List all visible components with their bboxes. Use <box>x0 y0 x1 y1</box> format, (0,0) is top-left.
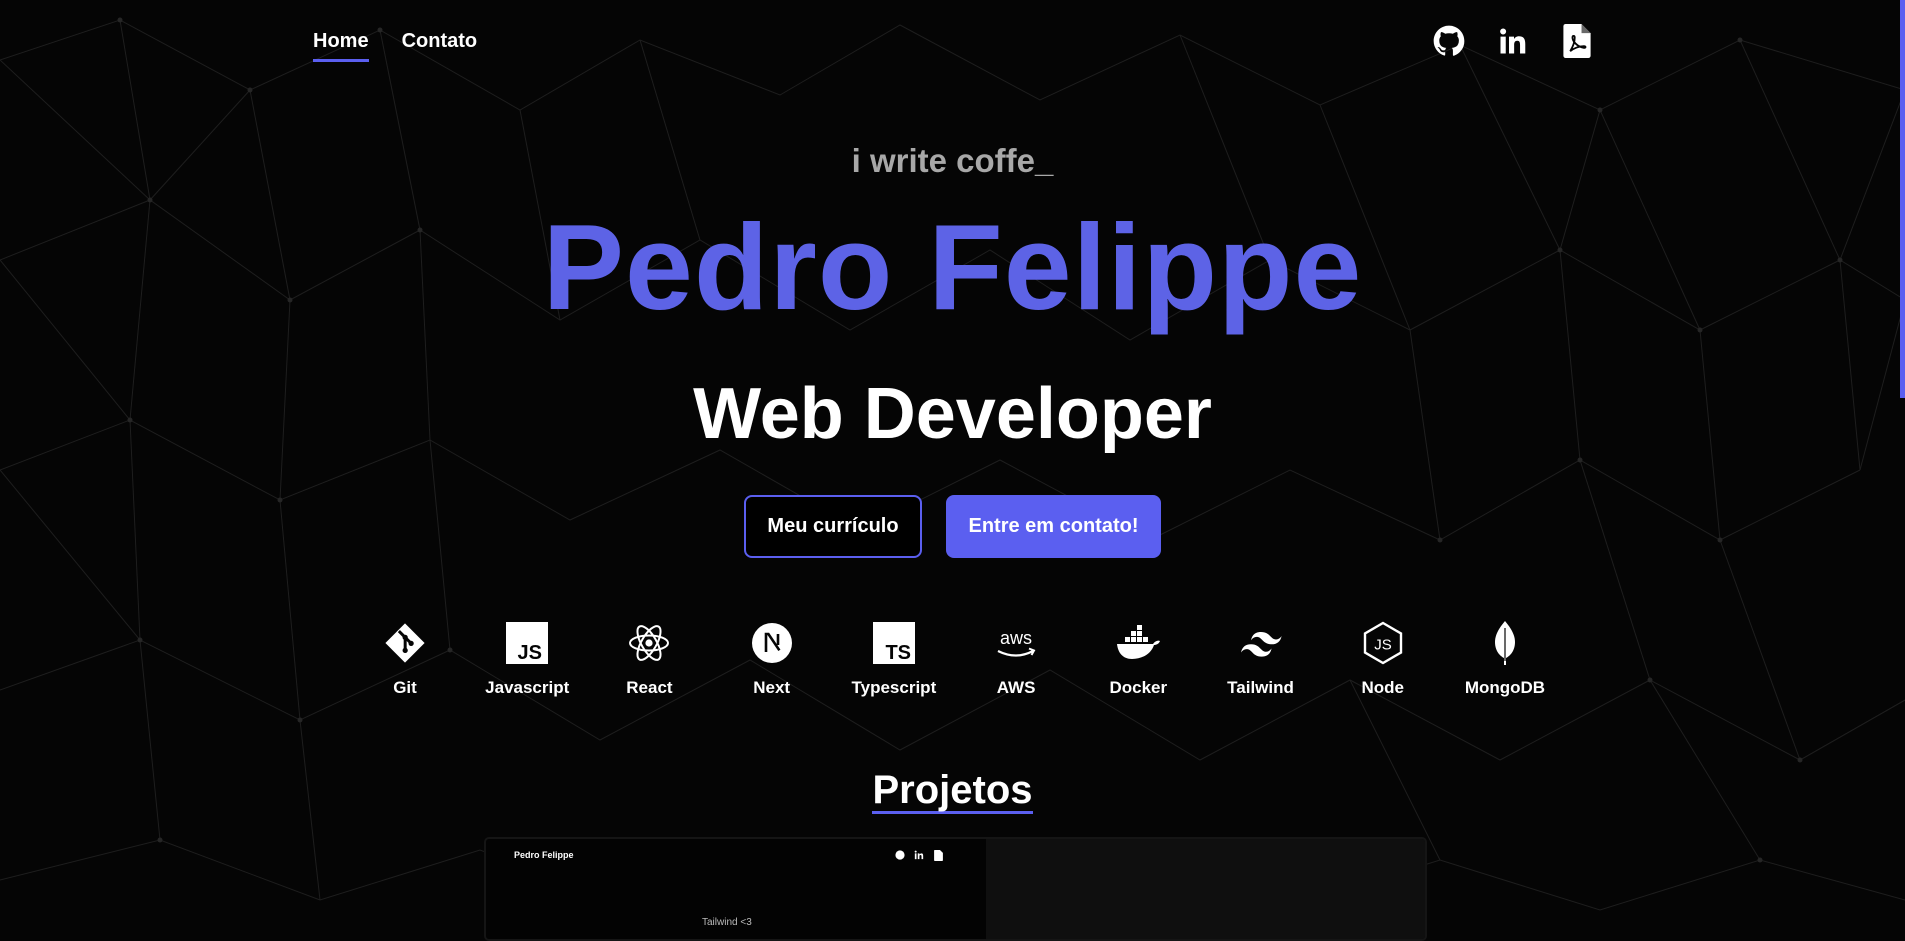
skill-item-react: React <box>589 620 709 698</box>
mongodb-icon <box>1482 620 1528 666</box>
svg-text:aws: aws <box>1000 628 1032 648</box>
skill-item-aws: aws AWS <box>956 620 1076 698</box>
hero-name: Pedro Felippe <box>542 199 1363 335</box>
preview-social-icons <box>895 849 943 861</box>
javascript-icon: JS <box>504 620 550 666</box>
social-links <box>1432 24 1594 58</box>
typescript-icon: TS <box>871 620 917 666</box>
pdf-icon <box>933 849 943 861</box>
hero-tagline: i write coffe_ <box>851 142 1054 179</box>
skill-label: Docker <box>1109 678 1168 697</box>
top-nav: Home Contato <box>313 30 477 62</box>
page: Home Contato i write coffe_ Pedro Felipp… <box>0 0 1905 941</box>
skill-label: Node <box>1361 678 1405 697</box>
scrollbar-thumb[interactable] <box>1900 0 1905 398</box>
skill-item-tailwind: Tailwind <box>1201 620 1321 698</box>
resume-button[interactable]: Meu currículo <box>744 495 922 558</box>
project-preview-image[interactable]: Pedro Felippe Tailwind <3 <box>486 839 986 939</box>
svg-text:JS: JS <box>1374 637 1392 654</box>
docker-icon <box>1115 620 1161 666</box>
project-info-panel <box>986 839 1425 939</box>
nextjs-icon <box>749 620 795 666</box>
skill-item-javascript: JS Javascript <box>467 620 587 698</box>
nav-link-home[interactable]: Home <box>313 30 369 62</box>
skill-label: Typescript <box>851 678 937 697</box>
github-icon <box>895 850 905 860</box>
skill-label: MongoDB <box>1464 678 1546 697</box>
projects-title: Projetos <box>872 768 1033 814</box>
github-icon[interactable] <box>1432 24 1466 58</box>
skill-label: Git <box>393 678 417 697</box>
skill-label: Next <box>753 678 791 697</box>
git-icon <box>382 620 428 666</box>
skill-label: Tailwind <box>1227 678 1294 697</box>
skill-item-node: JS Node <box>1323 620 1443 698</box>
skill-item-mongodb: MongoDB <box>1445 620 1565 698</box>
skill-label: AWS <box>996 678 1036 697</box>
linkedin-icon[interactable] <box>1496 24 1530 58</box>
svg-text:TS: TS <box>885 642 911 664</box>
react-icon <box>626 620 672 666</box>
skill-label: Javascript <box>485 678 570 697</box>
skill-item-docker: Docker <box>1078 620 1198 698</box>
projects-heading: Projetos <box>0 768 1905 814</box>
pdf-icon[interactable] <box>1560 24 1594 58</box>
svg-text:JS: JS <box>518 642 542 664</box>
nav-link-contato[interactable]: Contato <box>402 30 478 62</box>
skill-item-typescript: TS Typescript <box>834 620 954 698</box>
contact-button[interactable]: Entre em contato! <box>946 495 1161 558</box>
project-card[interactable]: Pedro Felippe Tailwind <3 <box>484 837 1427 941</box>
preview-caption: Tailwind <3 <box>702 917 752 928</box>
preview-name: Pedro Felippe <box>514 850 574 860</box>
skill-item-next: Next <box>712 620 832 698</box>
skill-label: React <box>626 678 673 697</box>
tailwind-icon <box>1238 620 1284 666</box>
nodejs-icon: JS <box>1360 620 1406 666</box>
hero-buttons: Meu currículo Entre em contato! <box>744 495 1161 558</box>
hero-role: Web Developer <box>693 374 1212 454</box>
aws-icon: aws <box>993 620 1039 666</box>
skill-item-git: Git <box>345 620 465 698</box>
skills-list: Git JS Javascript React Next TS Typescri… <box>345 620 1565 698</box>
linkedin-icon <box>914 850 924 860</box>
